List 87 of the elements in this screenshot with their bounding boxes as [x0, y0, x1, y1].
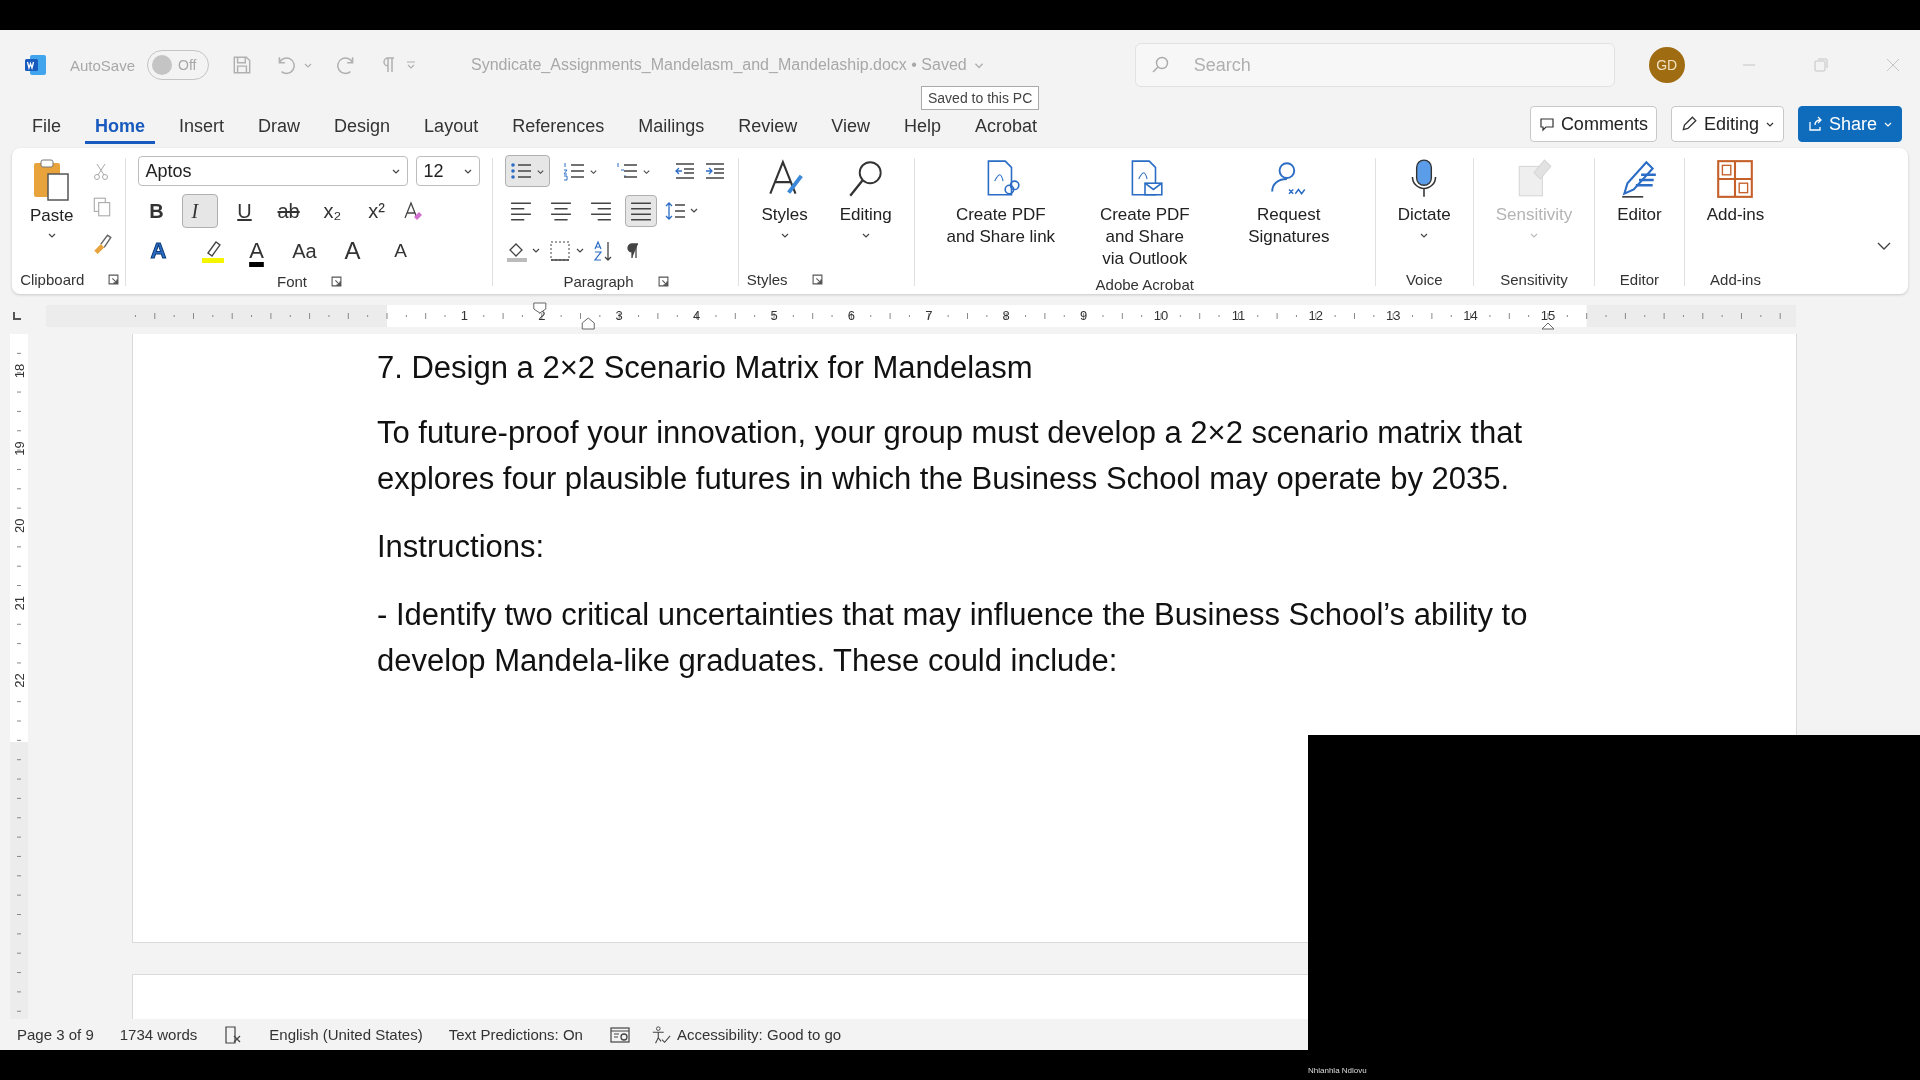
bullets-icon [510, 161, 533, 181]
shrink-font-button[interactable]: A [380, 234, 421, 268]
editing-mode-button[interactable]: Editing [1670, 106, 1784, 142]
paragraph: To future-proof your innovation, your group must develop a 2×2 scenario matrix that explores four plausible futures in which the Business School may operate by 2035. [377, 414, 1524, 498]
group-label: Styles [746, 270, 788, 288]
group-label: Font [276, 272, 307, 290]
launcher-icon[interactable] [657, 275, 669, 287]
search-field[interactable]: Search [1134, 43, 1615, 87]
decrease-indent-icon[interactable] [674, 161, 697, 181]
ribbon-button[interactable]: Dictate [1391, 154, 1457, 264]
launcher-icon[interactable] [331, 275, 342, 287]
format-button[interactable]: x² [358, 194, 395, 228]
numbering-icon [563, 161, 586, 181]
paintbrush-icon[interactable] [91, 232, 114, 254]
focus-icon[interactable] [608, 1024, 631, 1045]
menu-tab[interactable]: Insert [169, 104, 235, 144]
pencil-icon [1679, 115, 1698, 133]
vertical-ruler[interactable]: 18 19 20 21 22 [4, 334, 32, 1019]
ribbon-button[interactable]: Add-ins [1700, 154, 1771, 264]
ribbon-button[interactable]: Editor [1611, 154, 1668, 264]
increase-indent-icon[interactable] [704, 161, 727, 181]
menu-tab[interactable]: Layout [414, 104, 489, 144]
line-spacing-icon[interactable] [665, 201, 700, 221]
menu-tab[interactable]: Design [324, 104, 401, 144]
tooltip: Saved to this PC [921, 86, 1040, 110]
borders-icon[interactable] [549, 240, 586, 262]
align-center-icon [550, 201, 573, 221]
launcher-icon[interactable] [108, 273, 120, 285]
grow-font-button[interactable]: A [332, 234, 373, 268]
ribbon-button[interactable]: Styles [755, 154, 814, 264]
ribbon-button[interactable]: Request Signatures [1218, 154, 1359, 275]
launcher-icon[interactable] [811, 273, 823, 285]
align-button[interactable] [625, 195, 658, 227]
font-color-button[interactable]: A [236, 234, 277, 268]
group-label: Add-ins [1710, 270, 1761, 288]
autosave-label: AutoSave [70, 56, 136, 74]
search-icon [1150, 55, 1171, 75]
group-label: Sensitivity [1500, 270, 1568, 288]
paragraph: - Identify two critical uncertainties that may influence the Business School’s ability to develop Mandela-like graduates. These could include: [377, 596, 1529, 680]
page-count[interactable]: Page 3 of 9 [17, 1026, 94, 1043]
format-button[interactable]: B [138, 194, 175, 228]
accessibility-icon[interactable] [650, 1024, 671, 1045]
menu-tab[interactable]: Mailings [628, 104, 715, 144]
font-name-field[interactable]: Aptos [138, 156, 409, 186]
ribbon-button[interactable]: Create PDF and Share link [930, 154, 1071, 275]
align-justify-icon [630, 201, 653, 221]
word-logo-icon [24, 53, 48, 77]
bullets-list-button[interactable] [505, 155, 551, 187]
format-button[interactable]: I [182, 194, 219, 228]
ribbon-button[interactable]: Create PDF and Share via Outlook [1074, 154, 1215, 275]
multilevel-list-icon [616, 161, 639, 181]
change-case-button[interactable]: Aa [284, 234, 325, 268]
align-right-icon [590, 201, 613, 221]
group-label: Paragraph [563, 272, 634, 290]
menu-tab[interactable]: Home [85, 104, 156, 144]
group-label: Editor [1619, 270, 1659, 288]
heading: 7. Design a 2×2 Scenario Matrix for Mandelasm [377, 349, 1034, 387]
text-predictions-status[interactable]: Text Predictions: On [448, 1026, 583, 1043]
ribbon-button[interactable]: Editing [833, 154, 898, 264]
group-label: Adobe Acrobat [1095, 275, 1194, 293]
font-size-field[interactable]: 12 [416, 156, 481, 186]
tab-stop-icon[interactable] [12, 311, 22, 321]
menu-tab[interactable]: References [502, 104, 615, 144]
menu-tab[interactable]: View [821, 104, 880, 144]
group-label: Voice [1405, 270, 1443, 288]
share-button[interactable]: Share [1797, 106, 1902, 142]
group-label: Clipboard [20, 270, 85, 288]
format-button[interactable]: U [226, 194, 263, 228]
comment-icon [1538, 116, 1555, 132]
align-left-icon [510, 201, 533, 221]
menu-tab[interactable]: File [22, 104, 71, 144]
clear-formatting-icon[interactable] [402, 200, 425, 222]
comments-button[interactable]: Comments [1529, 106, 1657, 142]
language-status[interactable]: English (United States) [269, 1026, 423, 1043]
accessibility-status[interactable]: Accessibility: Good to go [676, 1026, 842, 1043]
text-effects-button[interactable]: A [138, 234, 179, 268]
format-button[interactable]: ab [270, 194, 307, 228]
user-avatar[interactable]: GD [1648, 47, 1685, 83]
format-button[interactable]: x₂ [314, 194, 351, 228]
paragraph: Instructions: [377, 528, 546, 566]
word-count[interactable]: 1734 words [119, 1026, 198, 1043]
menu-tab[interactable]: Draw [248, 104, 311, 144]
paste-button[interactable]: Paste [26, 154, 78, 264]
menu-tab[interactable]: Review [728, 104, 808, 144]
clipboard-icon [31, 158, 72, 202]
participant-name: Nhlanhla Ndlovu [1308, 1066, 1367, 1075]
share-icon [1806, 116, 1823, 132]
